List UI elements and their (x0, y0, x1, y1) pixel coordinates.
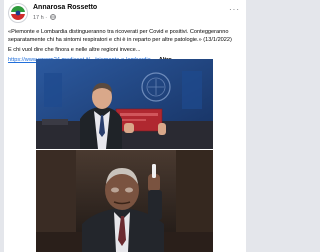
post-image-2[interactable] (36, 150, 213, 252)
post-card: Annarosa Rossetto 17 h · ··· «Piemonte e… (4, 0, 246, 252)
press-conference-image (36, 59, 213, 149)
meeting-photo-image (36, 150, 213, 252)
post-text-comment: E chi vuol dire che finora e nelle altre… (8, 47, 141, 53)
post-image-1[interactable] (36, 59, 213, 149)
post-time[interactable]: 17 h (33, 15, 44, 21)
party-logo-icon (9, 4, 27, 22)
post-meta: 17 h · (33, 14, 56, 21)
meta-separator: · (45, 15, 48, 21)
post-text-quote: «Piemonte e Lombardia distingueranno tra… (8, 29, 232, 43)
more-options-icon[interactable]: ··· (229, 5, 240, 14)
post-header: Annarosa Rossetto 17 h · ··· (8, 3, 242, 25)
author-avatar[interactable] (8, 3, 28, 23)
globe-icon (49, 14, 56, 20)
author-name[interactable]: Annarosa Rossetto (33, 4, 97, 11)
